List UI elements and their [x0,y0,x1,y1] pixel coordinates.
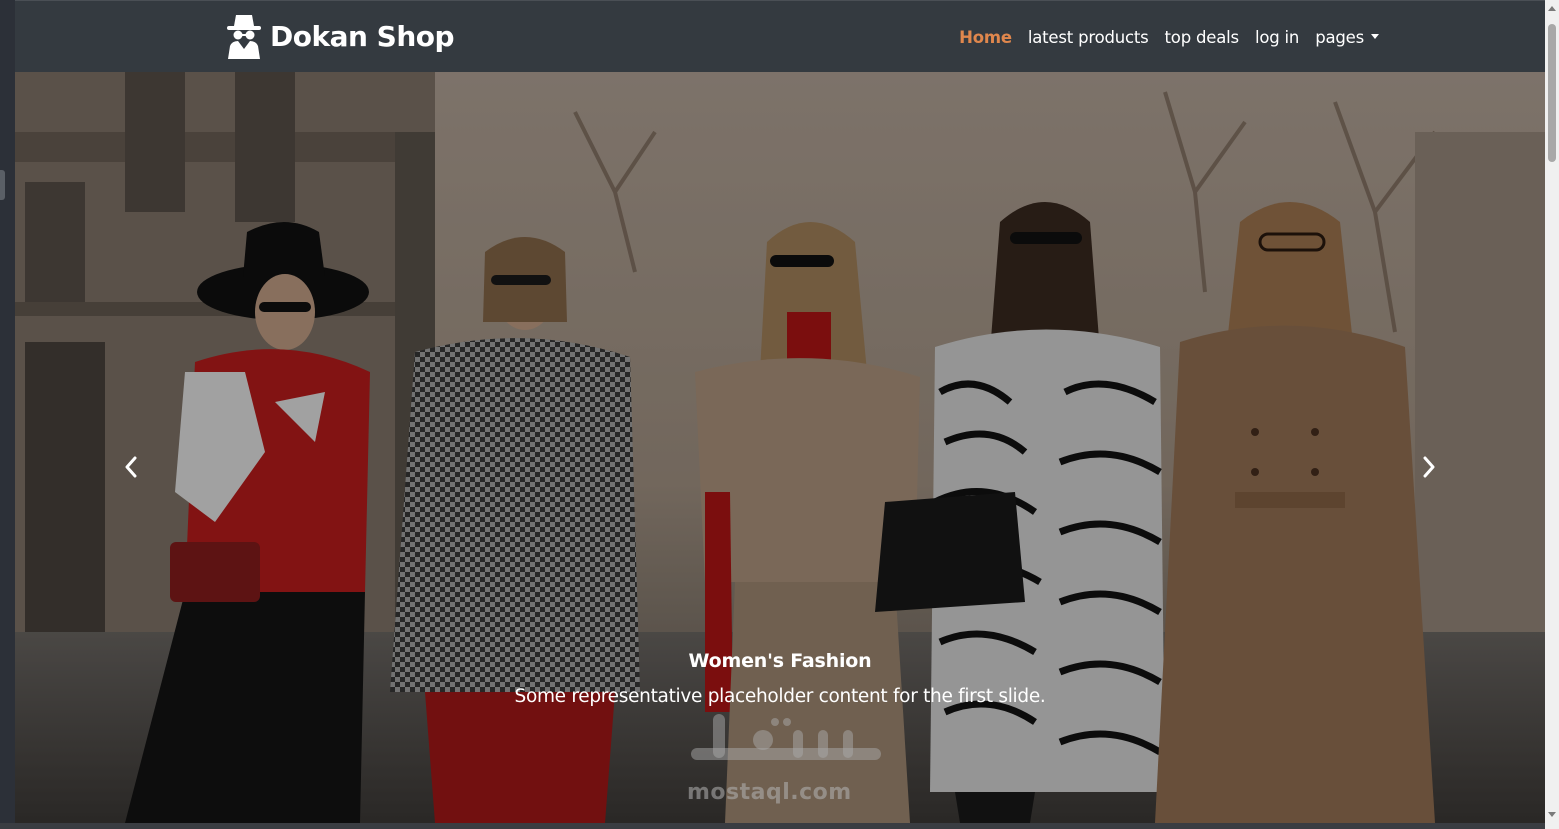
bottom-edge [0,823,1545,829]
carousel-prev-button[interactable] [111,442,151,492]
nav-pages-label: pages [1315,27,1364,47]
watermark-text: mostaql.com [687,780,852,805]
carousel-next-button[interactable] [1409,442,1449,492]
incognito-spy-icon [227,15,261,59]
scroll-thumb[interactable] [1548,24,1556,162]
slide-title: Women's Fashion [688,650,872,672]
nav-log-in[interactable]: log in [1255,28,1299,47]
nav-top-deals[interactable]: top deals [1165,28,1240,47]
nav-menu: Home latest products top deals log in pa… [951,1,1387,73]
scroll-down-icon[interactable] [1548,812,1556,817]
nav-home[interactable]: Home [959,28,1012,47]
slide-text: Some representative placeholder content … [514,686,1046,707]
nav-latest-products[interactable]: latest products [1028,28,1149,47]
carousel-caption: Women's Fashion Some representative plac… [15,650,1545,707]
scroll-up-icon[interactable] [1548,6,1556,11]
vertical-scrollbar[interactable] [1545,0,1559,829]
side-tab-handle[interactable] [0,170,5,200]
brand-name: Dokan Shop [270,19,455,53]
window-edge [0,0,15,829]
chevron-left-icon [125,456,137,478]
mostaql-logo [691,714,881,760]
hero-carousel: Women's Fashion Some representative plac… [15,72,1545,823]
watermark: mostaql.com [683,710,883,810]
brand-link[interactable]: Dokan Shop [224,8,455,64]
nav-pages-dropdown[interactable]: pages [1315,28,1379,47]
chevron-right-icon [1423,456,1435,478]
navbar: Dokan Shop Home latest products top deal… [15,0,1545,72]
caret-down-icon [1371,33,1379,39]
